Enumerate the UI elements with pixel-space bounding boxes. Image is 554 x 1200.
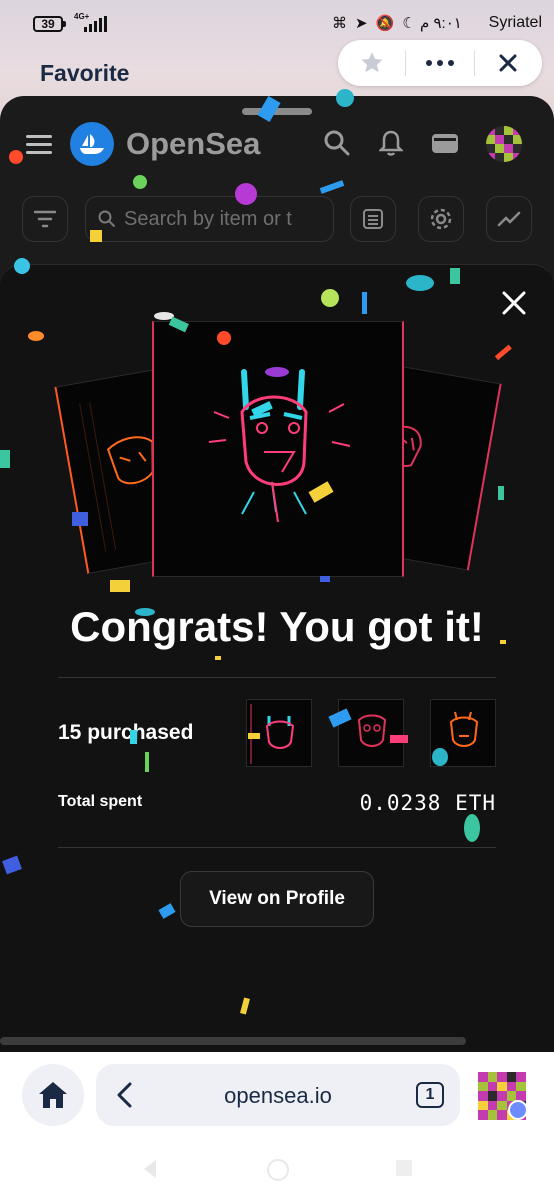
- search-input[interactable]: Search by item or t: [85, 196, 334, 242]
- wallet-button[interactable]: [430, 128, 460, 158]
- nft-card-main: [152, 321, 404, 577]
- nft-thumbnail[interactable]: [246, 699, 312, 767]
- close-browser-button[interactable]: [475, 40, 542, 86]
- search-placeholder: Search by item or t: [124, 207, 292, 230]
- close-modal-button[interactable]: [500, 289, 528, 317]
- star-icon: [361, 52, 383, 73]
- opensea-header: OpenSea: [0, 120, 554, 170]
- clock: ٩:٠١ م: [420, 15, 462, 32]
- browser-bottom-bar: opensea.io 1: [0, 1052, 554, 1200]
- ethereum-icon: [508, 1100, 528, 1120]
- url-text: opensea.io: [224, 1083, 332, 1108]
- tab-switcher[interactable]: 1: [416, 1082, 444, 1108]
- nft-art: [250, 704, 295, 764]
- mute-icon: 🔕: [375, 15, 395, 32]
- home-button[interactable]: [22, 1064, 84, 1126]
- battery-indicator: 39: [33, 16, 66, 32]
- ship-icon: [80, 134, 104, 154]
- filter-button[interactable]: [22, 196, 68, 242]
- page-title: Favorite: [40, 60, 130, 86]
- brand-name[interactable]: OpenSea: [126, 126, 260, 162]
- drag-handle[interactable]: [242, 108, 312, 115]
- close-icon: [499, 54, 517, 72]
- view-on-profile-button[interactable]: View on Profile: [180, 871, 374, 927]
- nft-art: [449, 711, 479, 747]
- address-bar[interactable]: opensea.io 1: [96, 1064, 460, 1126]
- nav-recents-button[interactable]: [394, 1158, 414, 1183]
- browser-controls: [338, 40, 542, 86]
- more-icon: [425, 60, 454, 66]
- menu-icon[interactable]: [26, 135, 52, 159]
- square-recents-icon: [396, 1160, 412, 1176]
- settings-icon: [430, 208, 452, 230]
- battery-level: 39: [41, 17, 55, 31]
- activity-button[interactable]: [486, 196, 532, 242]
- list-view-button[interactable]: [350, 196, 396, 242]
- home-icon: [39, 1082, 67, 1108]
- notifications-button[interactable]: [376, 128, 406, 158]
- opensea-logo[interactable]: [70, 122, 114, 166]
- wallet-icon: [432, 134, 458, 153]
- divider: [58, 847, 496, 848]
- app-icon: ⌘: [332, 15, 347, 32]
- activity-icon: [497, 211, 521, 227]
- nav-back-button[interactable]: [140, 1158, 160, 1185]
- collection-toolbar: Search by item or t: [0, 196, 554, 244]
- carrier-name: Syriatel: [488, 14, 542, 31]
- nft-thumbnail[interactable]: [430, 699, 496, 767]
- total-spent-value: 0.0238 ETH: [359, 791, 496, 815]
- search-icon: [98, 210, 115, 227]
- telegram-icon: ➤: [355, 15, 368, 32]
- webview-sheet: OpenSea Search by item or t Congrats! Yo…: [0, 96, 554, 1052]
- divider: [58, 677, 496, 678]
- more-button[interactable]: [406, 40, 473, 86]
- triangle-back-icon: [144, 1160, 156, 1178]
- bell-icon: [379, 130, 403, 156]
- search-button[interactable]: [322, 128, 352, 158]
- settings-button[interactable]: [418, 196, 464, 242]
- success-headline: Congrats! You got it!: [70, 603, 484, 650]
- notification-icons: ⌘ ➤ 🔕 ☾: [332, 14, 416, 32]
- nft-art: [357, 714, 387, 747]
- nft-thumbnail[interactable]: [338, 699, 404, 767]
- moon-icon: ☾: [402, 15, 416, 32]
- favorite-button[interactable]: [338, 40, 405, 86]
- system-nav-bar: [0, 1152, 554, 1188]
- purchased-thumbnails: [246, 699, 496, 767]
- purchase-success-modal: Congrats! You got it! 15 purchased Total…: [0, 264, 554, 1052]
- avatar[interactable]: [486, 126, 522, 162]
- scrollbar[interactable]: [0, 1037, 466, 1045]
- nft-artwork-stack: [0, 315, 554, 585]
- signal-icon: [84, 16, 107, 32]
- search-icon: [324, 130, 350, 156]
- circle-home-icon: [267, 1159, 289, 1181]
- nft-art: [208, 369, 351, 523]
- total-spent-label: Total spent: [58, 793, 143, 810]
- list-view-icon: [363, 209, 383, 229]
- filter-icon: [34, 210, 56, 228]
- purchased-count: 15 purchased: [58, 721, 194, 744]
- close-icon: [502, 291, 526, 315]
- nav-home-button[interactable]: [266, 1158, 290, 1187]
